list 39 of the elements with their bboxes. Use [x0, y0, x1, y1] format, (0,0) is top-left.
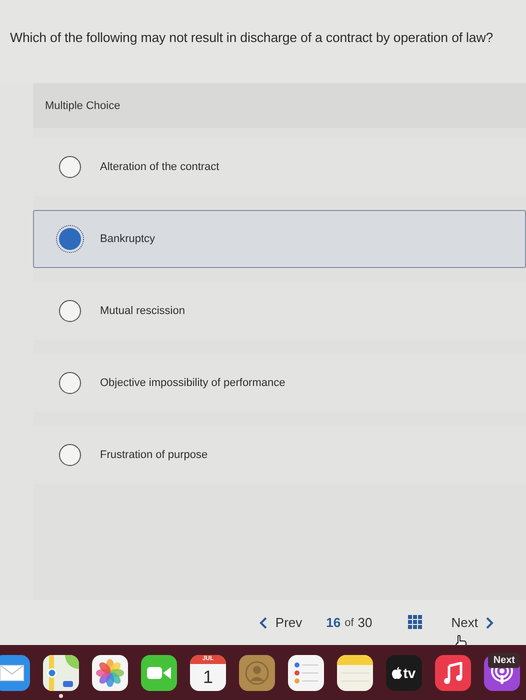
calendar-day: 1 [202, 664, 213, 690]
app-icon[interactable] [43, 654, 79, 690]
app-icon[interactable] [141, 654, 177, 690]
app-icon[interactable] [92, 654, 128, 690]
option-label: Bankruptcy [100, 233, 156, 245]
radio-button[interactable] [59, 372, 81, 394]
grid-icon[interactable] [408, 615, 424, 630]
of-text: of [344, 616, 354, 628]
radio-button[interactable] [59, 156, 81, 178]
chevron-left-icon [259, 616, 268, 628]
option-label: Alteration of the contract [100, 161, 220, 173]
tv-logo: tv [392, 664, 416, 680]
video-camera-icon [147, 666, 171, 680]
total-questions: 30 [358, 615, 372, 630]
chevron-right-icon [486, 616, 494, 628]
option-label: Mutual rescission [100, 305, 185, 317]
radio-button[interactable] [59, 228, 81, 250]
question-type-label: Multiple Choice [45, 100, 120, 112]
app-icon[interactable] [435, 654, 471, 690]
app-icon[interactable]: tv [386, 654, 422, 690]
running-indicator [59, 694, 63, 698]
option-label: Frustration of purpose [100, 449, 208, 461]
person-icon [245, 660, 269, 684]
music-note-icon [443, 662, 463, 684]
current-question-number: 16 [326, 615, 341, 630]
prev-button[interactable]: Prev [249, 611, 312, 634]
next-button[interactable]: Next [441, 611, 504, 634]
answer-option[interactable]: Bankruptcy [33, 210, 526, 268]
list-icon [293, 660, 319, 684]
app-icon[interactable] [288, 654, 324, 690]
app-icon[interactable] [0, 654, 30, 690]
question-text: Which of the following may not result in discharge of a contract by operation of law? [10, 30, 494, 45]
radio-button[interactable] [59, 444, 81, 466]
app-icon[interactable] [337, 654, 373, 690]
envelope-icon [0, 664, 24, 680]
flower-icon [95, 658, 125, 688]
tooltip: Next [488, 653, 520, 668]
radio-button[interactable] [59, 300, 81, 322]
option-label: Objective impossibility of performance [100, 377, 286, 389]
